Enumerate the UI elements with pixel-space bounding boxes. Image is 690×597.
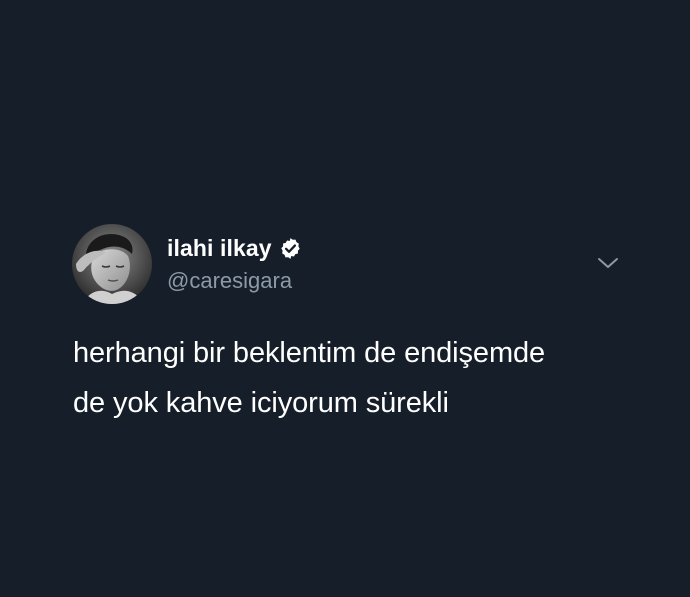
verified-badge-icon <box>279 237 302 260</box>
tweet-text-line: herhangi bir beklentim de endişemde <box>73 337 546 369</box>
profile-photo-icon <box>72 224 152 304</box>
display-name[interactable]: ilahi ilkay <box>167 232 272 264</box>
name-row: ilahi ilkay <box>167 232 302 264</box>
avatar[interactable] <box>72 224 152 304</box>
user-handle[interactable]: @caresigara <box>167 266 302 296</box>
tweet-text-line: de yok kahve iciyorum sürekli <box>73 387 449 419</box>
author-identity: ilahi ilkay @caresigara <box>167 232 302 296</box>
tweet-text: herhangi bir beklentim de endişemde de y… <box>73 328 633 428</box>
tweet-card: ilahi ilkay @caresigara herhangi bir bek… <box>0 0 690 597</box>
chevron-down-icon[interactable] <box>596 254 620 272</box>
